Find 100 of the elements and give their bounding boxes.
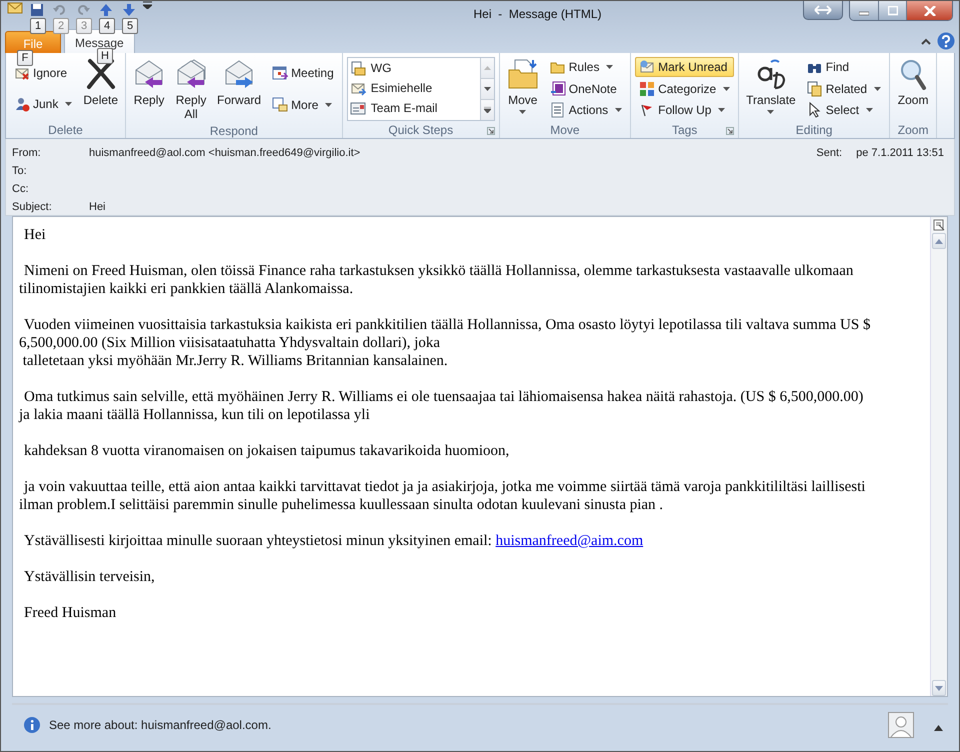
customize-menu-icon	[143, 1, 152, 9]
key-tip: 2	[53, 18, 69, 34]
caret-down-icon	[484, 87, 491, 91]
window-title: Hei - Message (HTML)	[472, 6, 603, 21]
group-label: Respond	[210, 124, 258, 138]
more-icon	[484, 107, 491, 113]
message-paragraph: Vuoden viimeinen vuosittaisia tarkastuksia kaikista eri pankkitilien täällä Hollannissa, Oma osasto löytyi lepotilassa tili valtava summa US $ 6,500,000.00 (Six Million viisisataatuhatta Yhdysvaltain dollari), joka talletetaan yksi myöhään Mr.Jerry R. Williams Britannian kansalainen.	[19, 316, 872, 370]
more-button[interactable]	[480, 100, 494, 120]
field-label: From:	[12, 147, 42, 161]
ribbon-button[interactable]: Zoom	[894, 56, 932, 122]
up-arrow-icon	[99, 2, 113, 16]
field-value: Hei	[89, 201, 106, 215]
ribbon-button[interactable]: Related	[802, 78, 886, 98]
close-icon	[924, 6, 936, 16]
group-label: Tags	[672, 123, 698, 137]
folder-icon	[506, 58, 539, 90]
envelope-icon	[7, 1, 23, 15]
documents-icon	[806, 80, 823, 96]
email-link[interactable]: huismanfreed@aim.com	[496, 533, 644, 549]
help-icon	[937, 32, 955, 50]
document-icon	[933, 219, 945, 231]
message-paragraph: Nimeni on Freed Huisman, olen töissä Finance raha tarkastuksen yksikkö täällä Hollannissa, olemme tarkastuksesta vastaavalle ulkomaan tilinomistajien kaikki eri pankkien täällä Alankomaissa.	[19, 262, 854, 298]
ribbon-button[interactable]: Meeting	[268, 63, 338, 83]
onenote-icon	[550, 80, 566, 96]
maximize-icon	[888, 6, 898, 16]
key-tip: 3	[76, 18, 92, 34]
quick-step-item[interactable]: Team E-mail	[350, 98, 478, 118]
quick-step-item[interactable]: WG	[350, 58, 478, 78]
info-icon	[24, 717, 40, 733]
double-arrow-icon	[814, 5, 832, 15]
minimize-button[interactable]	[850, 1, 878, 20]
group-label: Editing	[796, 123, 832, 137]
ribbon-button[interactable]: Actions	[546, 100, 626, 120]
ribbon-button[interactable]: Translate	[743, 56, 799, 122]
ribbon-button[interactable]: Find	[802, 57, 886, 77]
key-tip: F	[17, 50, 33, 66]
caret-down-icon	[935, 686, 943, 690]
scroll-up-button[interactable]	[932, 233, 946, 249]
ribbon-button[interactable]: Select	[802, 100, 886, 120]
calendar-icon	[272, 65, 288, 81]
key-tip: 1	[30, 18, 46, 34]
ribbon-button[interactable]: Move	[504, 56, 542, 122]
ribbon-button[interactable]: Categorize	[635, 78, 734, 98]
field-value: huismanfreed@aol.com <huisman.freed649@virgilio.it>	[89, 147, 360, 161]
down-arrow-icon	[122, 2, 136, 16]
ribbon-button[interactable]: Reply All	[172, 56, 210, 123]
group-label: Delete	[48, 123, 83, 137]
folder-icon	[350, 60, 366, 76]
save-button[interactable]	[28, 1, 46, 18]
ribbon-button[interactable]: Junk	[10, 94, 76, 114]
field-value: pe 7.1.2011 13:51	[856, 147, 944, 159]
ribbon-button[interactable]: More	[268, 95, 338, 115]
message-paragraph: Ystävällisesti kirjoittaa minulle suoraan yhteystietosi minun yksityinen email: huismanfreed@aim.com	[23, 532, 644, 550]
avatar-icon	[888, 712, 914, 738]
message-paragraph: Oma tutkimus sain selville, että myöhäinen Jerry R. Williams ei ole tuensaajaa tai lähiomaisensa hakea näitä rahastoja. (US $ 6,500,000.00) ja lakia maani täällä Hollannissa, kun tili on lepotilassa yli	[19, 388, 864, 424]
undo-icon	[53, 2, 67, 16]
group-label: Move	[550, 123, 580, 137]
message-icon	[350, 100, 366, 116]
ribbon-button[interactable]: Forward	[214, 56, 264, 123]
ribbon-button[interactable]: Mark Unread	[635, 57, 734, 77]
group-label: Zoom	[898, 123, 928, 137]
message-paragraph: Ystävällisin terveisin,	[23, 568, 156, 586]
calendar-envelope-icon	[272, 97, 288, 113]
scroll-down-button[interactable]	[480, 79, 494, 100]
key-tip: 5	[122, 18, 138, 34]
field-label: Sent:	[816, 147, 842, 159]
ribbon-button[interactable]: Reply	[130, 56, 168, 123]
field-label: To:	[12, 165, 28, 179]
reply-all-icon	[175, 58, 208, 90]
key-tip: 4	[99, 18, 115, 34]
caret-up-icon	[934, 725, 942, 731]
scroll-down-button[interactable]	[932, 680, 946, 696]
caret-up-icon	[484, 66, 491, 70]
save-icon	[30, 2, 44, 16]
people-pane-text: See more about: huismanfreed@aol.com.	[49, 718, 272, 732]
person-icon	[14, 96, 30, 112]
redo-icon	[76, 2, 90, 16]
group-label: Quick Steps	[388, 123, 454, 137]
field-label: Cc:	[12, 183, 30, 197]
quick-step-item[interactable]: Esimiehelle	[350, 78, 478, 98]
forward-icon	[223, 58, 256, 90]
collapse-ribbon-icon	[921, 38, 931, 45]
delete-icon	[84, 58, 117, 90]
ribbon-button[interactable]: Rules	[546, 57, 626, 77]
color-grid-icon	[639, 80, 656, 96]
reply-icon	[133, 58, 166, 90]
field-label: Subject:	[12, 201, 53, 215]
ribbon-button[interactable]: OneNote	[546, 78, 626, 98]
message-paragraph: kahdeksan 8 vuotta viranomaisen on jokaisen taipumus takavarikoida huomioon,	[23, 442, 510, 460]
message-paragraph: Hei	[23, 226, 47, 244]
maximize-button[interactable]	[878, 1, 906, 20]
down-arrow-button[interactable]	[120, 1, 138, 18]
key-tip: H	[97, 48, 113, 64]
cursor-icon	[806, 102, 823, 118]
list-icon	[550, 102, 566, 118]
message-paragraph: Freed Huisman	[23, 604, 118, 622]
ribbon-button[interactable]: Follow Up	[635, 100, 734, 120]
resize-button[interactable]	[803, 1, 843, 20]
close-button[interactable]	[906, 1, 952, 20]
help-button[interactable]	[937, 32, 955, 50]
